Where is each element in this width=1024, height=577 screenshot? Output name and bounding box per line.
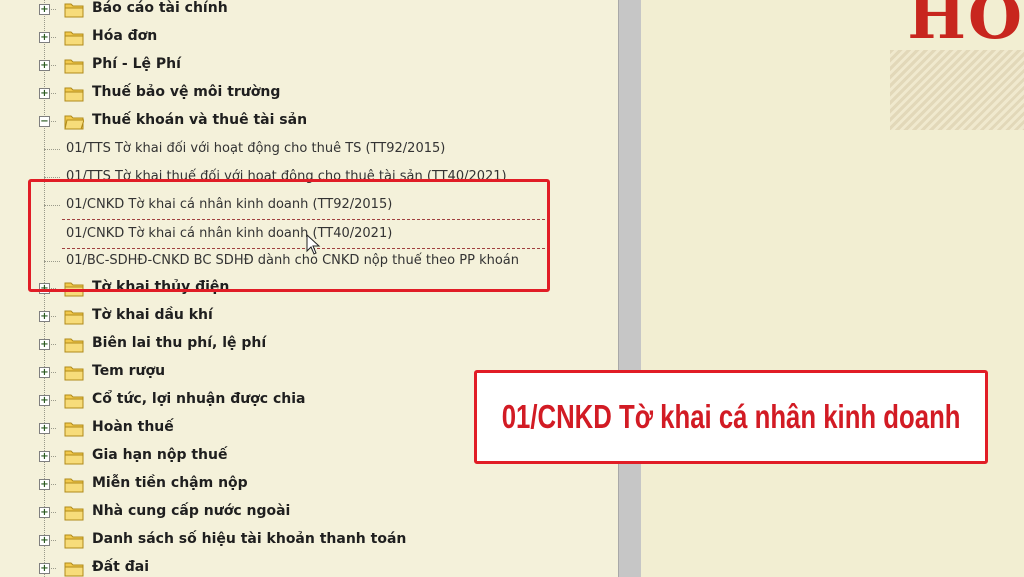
folder-icon (64, 478, 84, 493)
app-logo: HO (907, 0, 1024, 53)
folder-icon (64, 87, 84, 102)
expand-plus-icon[interactable]: + (39, 88, 50, 99)
folder-icon (64, 31, 84, 46)
expand-plus-icon[interactable]: + (39, 60, 50, 71)
tree-connector (44, 149, 60, 150)
expand-plus-icon[interactable]: + (39, 4, 50, 15)
expand-plus-icon[interactable]: + (39, 367, 50, 378)
mouse-pointer-icon (306, 234, 321, 255)
folder-icon (64, 562, 84, 577)
folder-icon (64, 450, 84, 465)
tree-node-danh-sach-so-hieu[interactable]: + Danh sách số hiệu tài khoản thanh toán (0, 526, 610, 554)
folder-open-icon (64, 115, 84, 130)
tree-node-label: Nhà cung cấp nước ngoài (92, 503, 291, 519)
tree-node-mien-tien[interactable]: + Miễn tiền chậm nộp (0, 470, 610, 498)
tree-node-label: Tờ khai dầu khí (92, 307, 213, 323)
folder-icon (64, 338, 84, 353)
tree-leaf-01-tts-tt40[interactable]: 01/TTS Tờ khai thuế đối với hoạt động ch… (0, 163, 610, 191)
expand-plus-icon[interactable]: + (39, 563, 50, 574)
expand-plus-icon[interactable]: + (39, 283, 50, 294)
tree-node-hoa-don[interactable]: + Hóa đơn (0, 23, 610, 51)
folder-icon (64, 310, 84, 325)
logo-decoration (890, 50, 1024, 130)
folder-icon (64, 59, 84, 74)
vertical-scrollbar[interactable] (618, 0, 642, 577)
folder-icon (64, 282, 84, 297)
tree-node-label: Tem rượu (92, 363, 166, 379)
tree-node-label: Thuế bảo vệ môi trường (92, 84, 281, 100)
tree-node-bao-cao-tai-chinh[interactable]: + Báo cáo tài chính (0, 0, 610, 23)
tree-leaf-01-cnkd-tt92[interactable]: 01/CNKD Tờ khai cá nhân kinh doanh (TT92… (0, 191, 610, 219)
collapse-minus-icon[interactable]: − (39, 116, 50, 127)
tree-node-bien-lai[interactable]: + Biên lai thu phí, lệ phí (0, 330, 610, 358)
tree-panel: + Báo cáo tài chính + Hóa đơn + Phí - Lệ… (0, 0, 618, 577)
folder-icon (64, 422, 84, 437)
tree-node-thue-bao-ve-moi-truong[interactable]: + Thuế bảo vệ môi trường (0, 79, 610, 107)
tree-node-label: Miễn tiền chậm nộp (92, 475, 248, 491)
tree-node-label: Cổ tức, lợi nhuận được chia (92, 391, 306, 407)
folder-icon (64, 366, 84, 381)
caption-text: 01/CNKD Tờ khai cá nhân kinh doanh (501, 398, 961, 435)
tree-node-dat-dai[interactable]: + Đất đai (0, 554, 610, 577)
expand-plus-icon[interactable]: + (39, 395, 50, 406)
tree-leaf-label: 01/TTS Tờ khai đối với hoạt động cho thu… (66, 141, 446, 156)
expand-plus-icon[interactable]: + (39, 535, 50, 546)
tree-leaf-label: 01/BC-SDHĐ-CNKD BC SDHĐ dành cho CNKD nộ… (66, 253, 520, 268)
expand-plus-icon[interactable]: + (39, 423, 50, 434)
tree-node-label: Hóa đơn (92, 28, 158, 44)
tree-node-label: Tờ khai thủy điện (92, 279, 230, 295)
tree-node-label: Thuế khoán và thuê tài sản (92, 112, 308, 128)
tree-node-label: Danh sách số hiệu tài khoản thanh toán (92, 531, 407, 547)
tree-connector (44, 177, 60, 178)
tree-leaf-01-tts-tt92[interactable]: 01/TTS Tờ khai đối với hoạt động cho thu… (0, 135, 610, 163)
tree-leaf-label: 01/TTS Tờ khai thuế đối với hoạt động ch… (66, 169, 507, 184)
tree-connector (44, 261, 60, 262)
folder-icon (64, 506, 84, 521)
caption-callout: 01/CNKD Tờ khai cá nhân kinh doanh (474, 370, 988, 464)
folder-icon (64, 394, 84, 409)
expand-plus-icon[interactable]: + (39, 32, 50, 43)
tree-node-label: Báo cáo tài chính (92, 0, 228, 16)
tree-leaf-label: 01/CNKD Tờ khai cá nhân kinh doanh (TT40… (66, 226, 393, 241)
folder-icon (64, 534, 84, 549)
tree-node-phi-le-phi[interactable]: + Phí - Lệ Phí (0, 51, 610, 79)
folder-icon (64, 3, 84, 18)
expand-plus-icon[interactable]: + (39, 507, 50, 518)
tree-node-label: Biên lai thu phí, lệ phí (92, 335, 267, 351)
expand-plus-icon[interactable]: + (39, 451, 50, 462)
tree-leaf-label: 01/CNKD Tờ khai cá nhân kinh doanh (TT92… (66, 197, 393, 212)
tree-node-label: Phí - Lệ Phí (92, 56, 181, 72)
expand-plus-icon[interactable]: + (39, 339, 50, 350)
tree-node-label: Hoàn thuế (92, 419, 174, 435)
tree-node-to-khai-thuy-dien[interactable]: + Tờ khai thủy điện (0, 274, 610, 302)
tree-node-label: Đất đai (92, 559, 150, 575)
tree-node-label: Gia hạn nộp thuế (92, 447, 228, 463)
tree-node-nha-cung-cap[interactable]: + Nhà cung cấp nước ngoài (0, 498, 610, 526)
expand-plus-icon[interactable]: + (39, 479, 50, 490)
tree-connector (44, 205, 60, 206)
tree-leaf-01-bc-sdhd-cnkd[interactable]: 01/BC-SDHĐ-CNKD BC SDHĐ dành cho CNKD nộ… (0, 247, 610, 275)
tree-node-to-khai-dau-khi[interactable]: + Tờ khai dầu khí (0, 302, 610, 330)
tree-node-thue-khoan[interactable]: − Thuế khoán và thuê tài sản (0, 107, 610, 135)
expand-plus-icon[interactable]: + (39, 311, 50, 322)
